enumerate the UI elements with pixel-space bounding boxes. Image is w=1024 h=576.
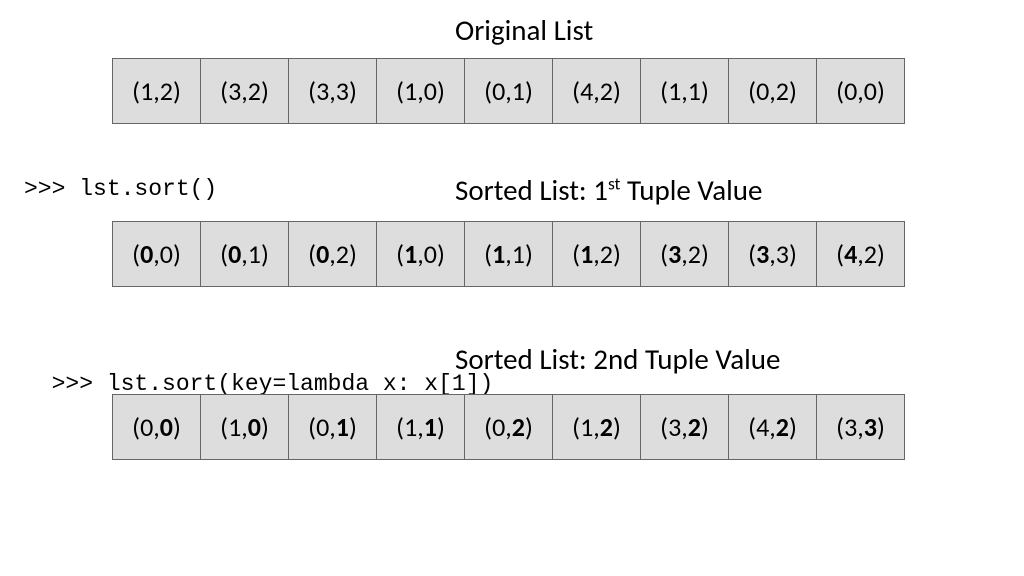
- tuple-cell: (3, 3): [289, 58, 377, 124]
- tuple-cell: (0, 2): [289, 221, 377, 287]
- row-sorted-first: (0, 0)(0, 1)(0, 2)(1, 0)(1, 1)(1, 2)(3, …: [112, 221, 905, 287]
- tuple-cell: (0, 0): [817, 58, 905, 124]
- tuple-cell: (0, 0): [113, 221, 201, 287]
- row-original: (1, 2)(3, 2)(3, 3)(1, 0)(0, 1)(4, 2)(1, …: [112, 58, 905, 124]
- tuple-cell: (4, 2): [729, 394, 817, 460]
- tuple-cell: (3, 3): [729, 221, 817, 287]
- tuple-cell: (1, 1): [377, 394, 465, 460]
- tuple-cell: (4, 2): [817, 221, 905, 287]
- tuple-cell: (0, 0): [113, 394, 201, 460]
- tuple-cell: (0, 1): [465, 58, 553, 124]
- tuple-cell: (1, 2): [113, 58, 201, 124]
- tuple-cell: (4, 2): [553, 58, 641, 124]
- tuple-cell: (1, 1): [641, 58, 729, 124]
- tuple-cell: (3, 3): [817, 394, 905, 460]
- tuple-cell: (3, 2): [641, 394, 729, 460]
- title-sorted-second: Sorted List: 2nd Tuple Value: [455, 341, 780, 377]
- code-sort-default: >>> lst.sort(): [24, 176, 217, 202]
- title-sorted-first-sup: st: [608, 172, 620, 194]
- tuple-cell: (1, 0): [377, 58, 465, 124]
- title-sorted-first-prefix: Sorted List: 1: [455, 172, 608, 208]
- tuple-cell: (3, 2): [641, 221, 729, 287]
- title-sorted-first-suffix: Tuple Value: [620, 172, 762, 208]
- tuple-cell: (1, 2): [553, 394, 641, 460]
- tuple-cell: (0, 1): [201, 221, 289, 287]
- tuple-cell: (1, 1): [465, 221, 553, 287]
- row-sorted-second: (0, 0)(1, 0)(0, 1)(1, 1)(0, 2)(1, 2)(3, …: [112, 394, 905, 460]
- tuple-cell: (1, 0): [201, 394, 289, 460]
- code-sort-lambda: >>> lst.sort(key=lambda x: x[1]): [24, 345, 493, 397]
- tuple-cell: (1, 0): [377, 221, 465, 287]
- title-sorted-first: Sorted List: 1st Tuple Value: [455, 172, 762, 208]
- tuple-cell: (0, 2): [729, 58, 817, 124]
- tuple-cell: (1, 2): [553, 221, 641, 287]
- tuple-cell: (0, 2): [465, 394, 553, 460]
- title-original: Original List: [455, 12, 593, 48]
- tuple-cell: (0, 1): [289, 394, 377, 460]
- tuple-cell: (3, 2): [201, 58, 289, 124]
